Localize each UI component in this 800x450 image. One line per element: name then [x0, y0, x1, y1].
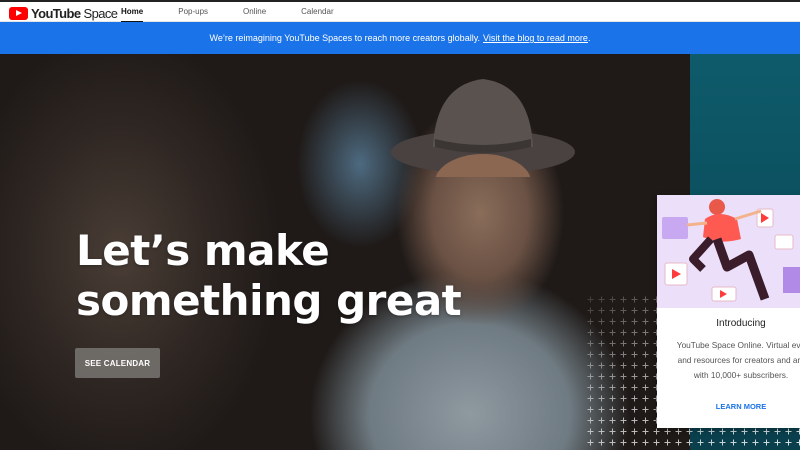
see-calendar-button[interactable]: SEE CALENDAR [75, 348, 160, 378]
hero-title: Let’s make something great [76, 226, 462, 326]
hat-shape [391, 79, 575, 177]
promo-card[interactable]: Introducing YouTube Space Online. Virtua… [657, 195, 800, 428]
hero-title-line1: Let’s make [76, 226, 330, 275]
announcement-banner: We’re reimagining YouTube Spaces to reac… [0, 22, 800, 54]
hero-title-line2: something great [76, 276, 462, 325]
nav-online[interactable]: Online [232, 2, 277, 22]
banner-suffix: . [587, 33, 591, 43]
card-body: YouTube Space Online. Virtual eve and re… [657, 338, 800, 383]
nav-home[interactable]: Home [110, 2, 154, 23]
card-illustration [657, 195, 800, 308]
card-body-line1: YouTube Space Online. Virtual eve [676, 340, 800, 350]
hero-section: Let’s make something great SEE CALENDAR … [0, 54, 800, 450]
youtube-play-icon [9, 6, 28, 20]
nav-calendar[interactable]: Calendar [290, 2, 344, 22]
nav-links: Home Pop-ups Online Calendar [110, 2, 358, 23]
youtube-space-logo[interactable]: YouTube Space [9, 5, 118, 21]
top-nav: YouTube Space Home Pop-ups Online Calend… [0, 0, 800, 23]
card-body-line2: and resources for creators and arti [677, 355, 800, 365]
nav-popups[interactable]: Pop-ups [167, 2, 219, 22]
learn-more-link[interactable]: LEARN MORE [657, 402, 800, 411]
logo-text-bold: YouTube [31, 5, 81, 21]
card-body-line3: with 10,000+ subscribers. [693, 370, 789, 380]
banner-blog-link[interactable]: Visit the blog to read more [483, 33, 588, 43]
card-title: Introducing [716, 318, 766, 329]
logo-text: YouTube Space [31, 5, 118, 21]
banner-text: We’re reimagining YouTube Spaces to reac… [209, 33, 481, 43]
